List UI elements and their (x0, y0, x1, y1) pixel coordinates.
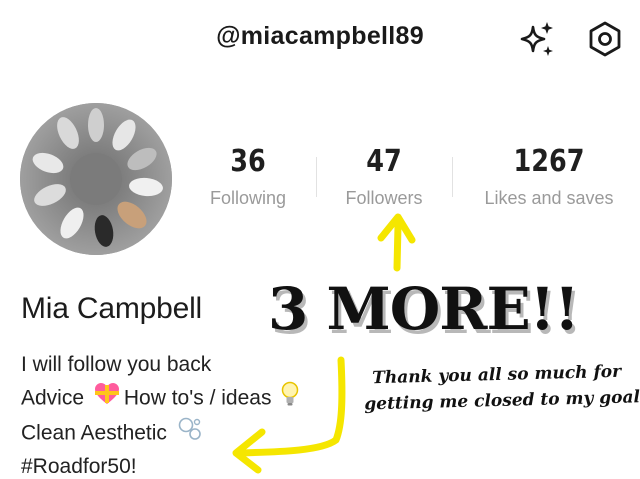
headline-overlay: 3 MORE!! (268, 275, 580, 343)
likes-label: Likes and saves (484, 188, 614, 208)
bio-text: Clean Aesthetic (21, 421, 173, 445)
bio-line: I will follow you back (21, 353, 212, 376)
lightbulb-icon (281, 381, 299, 417)
thanks-overlay: Thank you all so much for getting me clo… (363, 359, 640, 418)
stat-following[interactable]: 36 Following (200, 144, 296, 209)
stat-divider (452, 157, 453, 197)
stat-followers[interactable]: 47 Followers (332, 144, 436, 209)
followers-label: Followers (345, 188, 423, 208)
thanks-line: getting me closed to my goals! (364, 386, 640, 415)
bio-text: How to's / ideas (123, 385, 278, 409)
followers-count: 47 (366, 144, 402, 179)
stat-divider (316, 157, 317, 197)
bio-line: Clean Aesthetic (21, 416, 303, 452)
stat-likes-saves[interactable]: 1267 Likes and saves (468, 144, 630, 209)
bubbles-icon (177, 416, 203, 452)
heart-gift-icon (94, 382, 120, 416)
bio-line: #Roadfor50! (21, 454, 137, 478)
up-arrow-icon (377, 213, 416, 272)
avatar[interactable] (20, 103, 172, 255)
profile-screen: @miacampbell89 36 Following 47 Followers… (0, 0, 640, 479)
display-name: Mia Campbell (21, 292, 202, 325)
following-count: 36 (230, 144, 266, 179)
settings-hexagon-icon[interactable] (586, 20, 624, 58)
bio: I will follow you back Advice How to's /… (21, 350, 303, 479)
likes-count: 1267 (513, 144, 585, 179)
following-label: Following (209, 188, 287, 208)
bio-text: Advice (21, 385, 90, 409)
bio-line: Advice How to's / ideas (21, 381, 303, 417)
sparkle-icon[interactable] (518, 20, 556, 58)
